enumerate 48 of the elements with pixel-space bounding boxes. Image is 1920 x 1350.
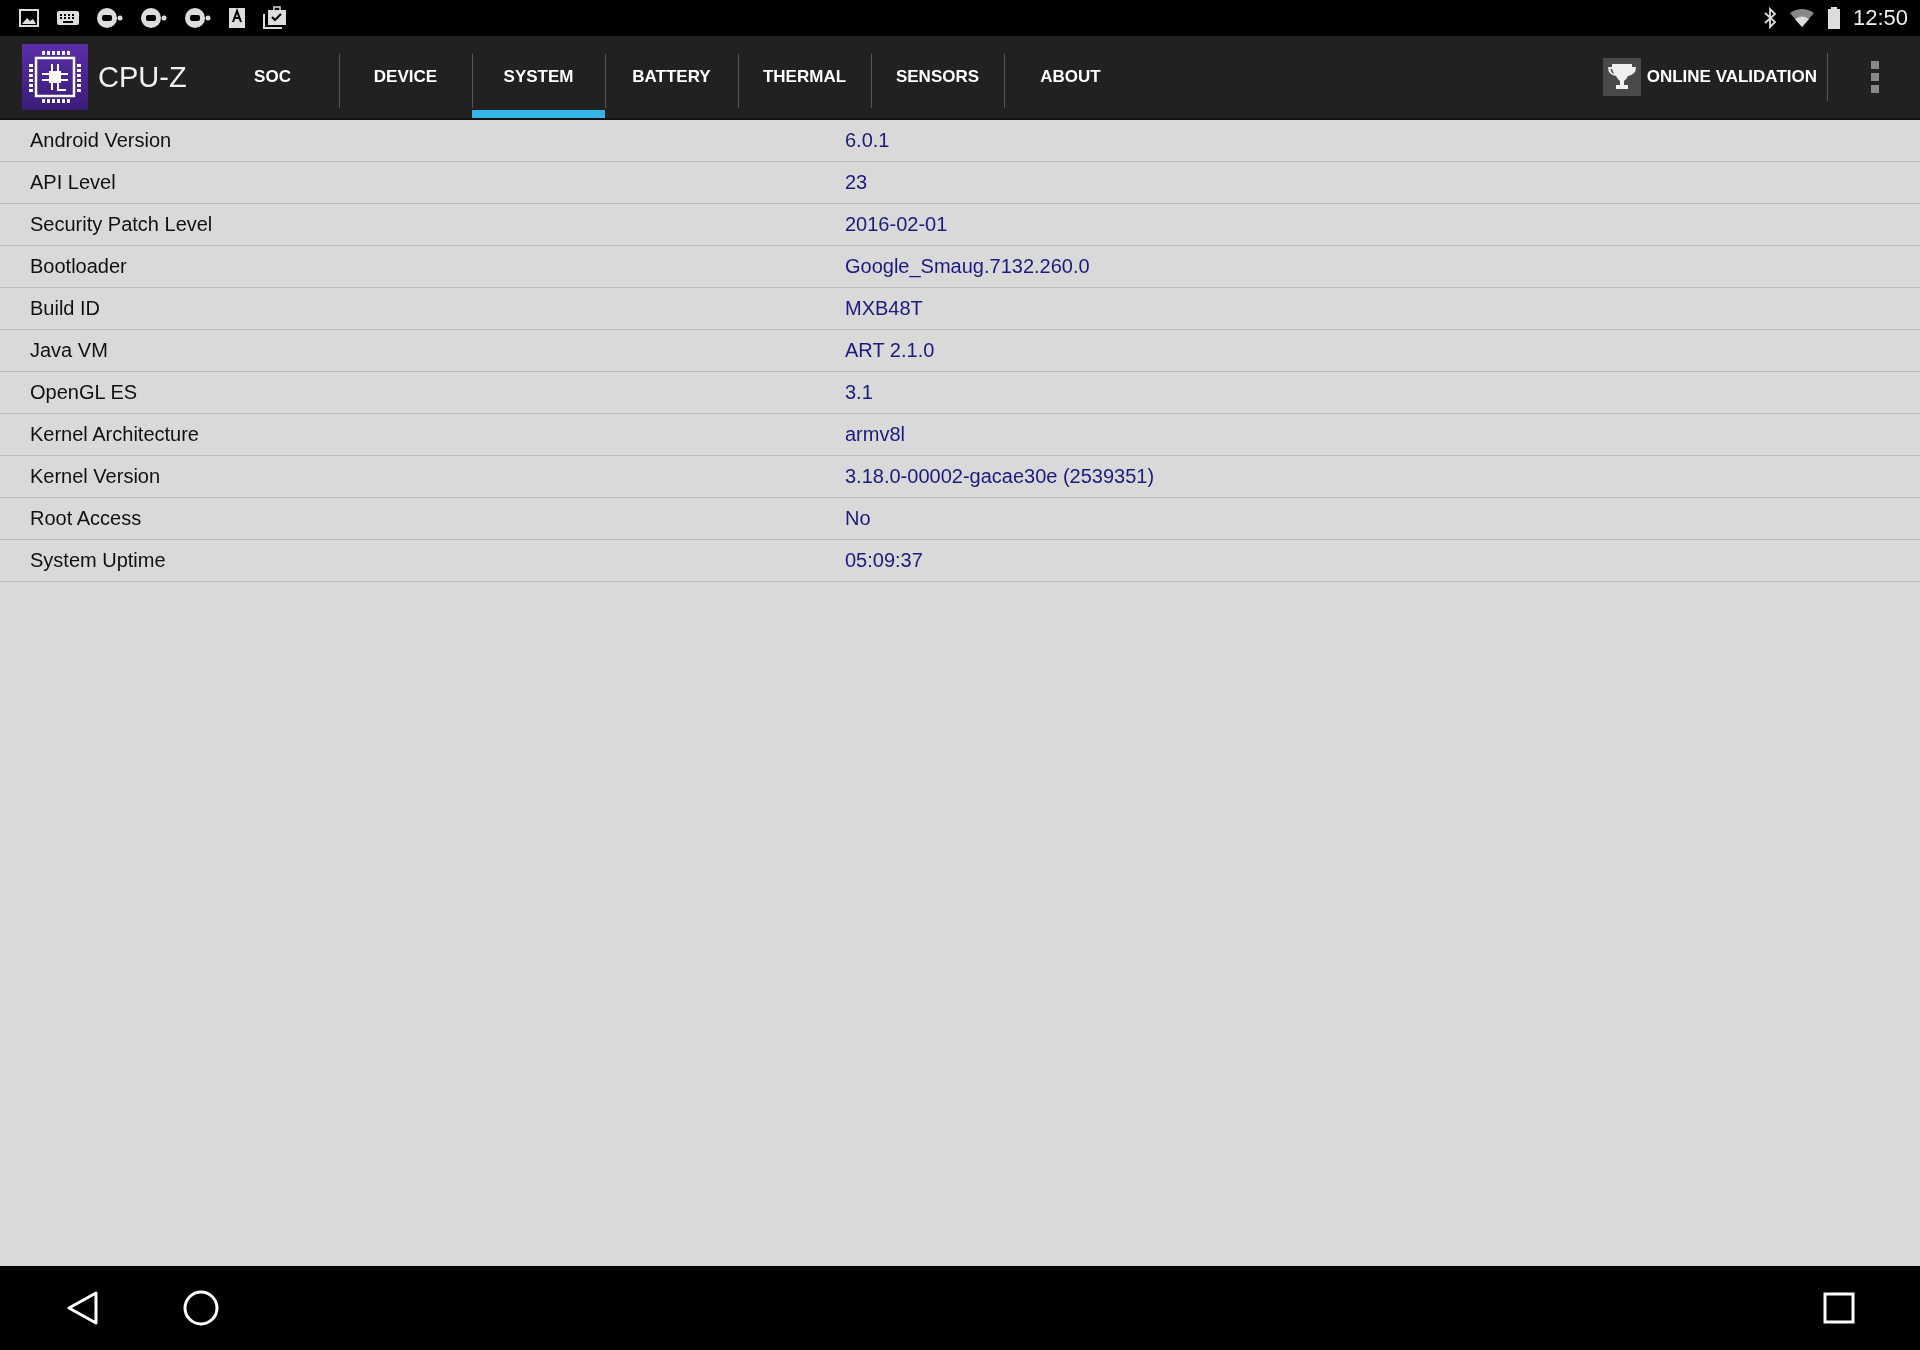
online-validation-button[interactable]: ONLINE VALIDATION xyxy=(1602,58,1827,96)
circle-badge-icon xyxy=(96,7,124,29)
battery-icon xyxy=(1826,6,1841,30)
property-value: Google_Smaug.7132.260.0 xyxy=(845,255,1090,278)
image-icon xyxy=(18,8,40,28)
property-label: Kernel Version xyxy=(29,465,162,488)
property-value: 05:09:37 xyxy=(845,549,923,572)
bluetooth-icon xyxy=(1762,7,1777,29)
tab[interactable]: BATTERY xyxy=(605,36,738,118)
property-value: 2016-02-01 xyxy=(845,213,948,236)
property-value: ART 2.1.0 xyxy=(845,339,935,362)
property-label: Security Patch Level xyxy=(29,213,214,236)
tab[interactable]: ABOUT xyxy=(1004,36,1137,118)
property-value: MXB48T xyxy=(845,297,923,320)
clipboard-check-icon xyxy=(262,6,288,30)
app-title: CPU-Z xyxy=(98,60,188,94)
wifi-icon xyxy=(1788,8,1815,28)
property-value: 23 xyxy=(845,171,868,194)
property-label: Android Version xyxy=(29,129,173,152)
property-label: Java VM xyxy=(29,339,109,362)
property-label: OpenGL ES xyxy=(29,381,139,404)
tab[interactable]: THERMAL xyxy=(738,36,871,118)
keyboard-icon xyxy=(56,9,80,27)
property-value: No xyxy=(845,507,871,530)
property-label: Bootloader xyxy=(29,255,128,278)
circle-badge-icon xyxy=(184,7,212,29)
property-label: Root Access xyxy=(29,507,143,530)
property-value: 3.18.0-00002-gacae30e (2539351) xyxy=(845,465,1155,488)
property-value: armv8l xyxy=(845,423,905,446)
clock-time: 12:50 xyxy=(1852,5,1908,31)
property-label: API Level xyxy=(29,171,117,194)
cpu-chip-logo-icon xyxy=(22,44,88,110)
property-label: System Uptime xyxy=(29,549,167,572)
home-icon[interactable] xyxy=(182,1289,220,1327)
back-icon[interactable] xyxy=(66,1290,100,1326)
font-icon xyxy=(228,7,246,29)
circle-badge-icon xyxy=(140,7,168,29)
tab[interactable]: SENSORS xyxy=(871,36,1004,118)
property-value: 3.1 xyxy=(845,381,873,404)
tab[interactable]: SOC xyxy=(206,36,339,118)
property-label: Kernel Architecture xyxy=(29,423,200,446)
property-value: 6.0.1 xyxy=(845,129,890,152)
recent-apps-icon[interactable] xyxy=(1822,1291,1856,1325)
trophy-icon xyxy=(1602,58,1641,96)
tab[interactable]: DEVICE xyxy=(339,36,472,118)
property-label: Build ID xyxy=(29,297,102,320)
tab[interactable]: SYSTEM xyxy=(472,36,605,118)
more-options-icon[interactable] xyxy=(1870,60,1880,94)
